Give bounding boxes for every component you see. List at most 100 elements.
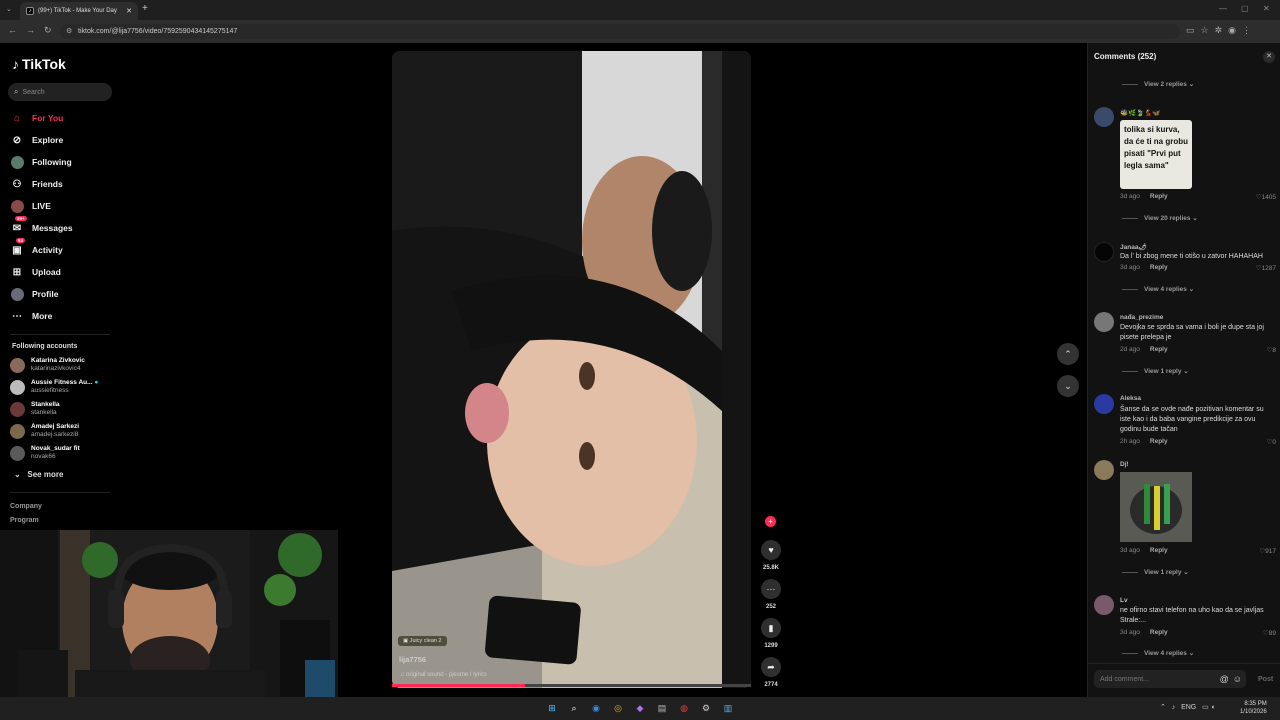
browser-tab-bar: ⌄ ♪ (99+) TikTok - Make Your Day ✕ + — ▢… [0, 0, 1280, 20]
nav-activity[interactable]: ▣ 53 Activity [10, 238, 63, 258]
maximize-icon[interactable]: ▢ [1241, 4, 1249, 13]
chrome-icon[interactable]: ◎ [611, 701, 625, 715]
network-icon[interactable]: ▭ [1202, 704, 1209, 711]
new-tab-icon[interactable]: + [142, 3, 148, 14]
effect-chip[interactable]: ▣ Juicy clean 2 [398, 636, 447, 646]
nav-friends[interactable]: ⚇ Friends [10, 176, 63, 192]
nav-profile[interactable]: Profile [10, 286, 58, 302]
like-button[interactable]: ♥ 25.8K [760, 540, 782, 571]
video-progress-bar[interactable] [392, 684, 751, 687]
video-player[interactable] [392, 51, 751, 688]
start-icon[interactable]: ⊞ [545, 701, 559, 715]
following-account[interactable]: Novak_sudar fit novak66 [10, 445, 80, 461]
avatar[interactable] [1094, 312, 1114, 332]
avatar[interactable] [1094, 460, 1114, 480]
browser-tab[interactable]: ♪ (99+) TikTok - Make Your Day ✕ [20, 2, 138, 20]
obs-icon[interactable]: ◍ [677, 701, 691, 715]
view-replies-button[interactable]: View 20 replies ⌄ [1122, 214, 1198, 222]
follow-plus-icon[interactable]: + [765, 516, 776, 527]
reply-button[interactable]: Reply [1150, 547, 1168, 554]
settings-gear-icon[interactable]: ⚙ [699, 701, 713, 715]
avatar[interactable] [1094, 107, 1114, 127]
close-tab-icon[interactable]: ✕ [126, 7, 132, 15]
language-indicator[interactable]: ENG [1181, 704, 1196, 711]
emoji-icon[interactable]: ☺ [1233, 674, 1242, 684]
video-sound[interactable]: ♫ original sound - pjesme / lyrics [400, 672, 487, 678]
reply-button[interactable]: Reply [1150, 193, 1168, 200]
view-replies-button[interactable]: View 1 reply ⌄ [1122, 568, 1189, 576]
following-account[interactable]: Katarina Zivkovic katarinazivkovic4 [10, 357, 85, 373]
footer-link-company[interactable]: Company [10, 503, 42, 510]
reply-button[interactable]: Reply [1150, 438, 1168, 445]
minimize-icon[interactable]: — [1219, 4, 1227, 13]
mention-icon[interactable]: @ [1220, 674, 1229, 684]
tiktok-logo[interactable]: ♪ TikTok [12, 56, 66, 72]
reply-button[interactable]: Reply [1150, 629, 1168, 636]
view-replies-button[interactable]: View 1 reply ⌄ [1122, 367, 1189, 375]
tray-chevron-up-icon[interactable]: ⌃ [1160, 704, 1166, 711]
view-replies-button[interactable]: View 4 replies ⌄ [1122, 649, 1194, 657]
comment-username[interactable]: Janaa🌶 [1120, 243, 1147, 251]
tab-search-icon[interactable]: ⌄ [6, 5, 12, 13]
nav-for-you[interactable]: ⌂ For You [10, 110, 63, 126]
reload-icon[interactable]: ↻ [44, 25, 61, 35]
comment-username[interactable]: Lv [1120, 597, 1128, 604]
taskbar-clock[interactable]: 8:35 PM 1/10/2026 [1240, 700, 1267, 716]
comment-like[interactable]: ♡0 [1267, 438, 1276, 446]
footer-link-program[interactable]: Program [10, 517, 39, 524]
nav-upload[interactable]: ⊞ Upload [10, 264, 61, 280]
nav-following[interactable]: Following [10, 154, 72, 170]
nav-live[interactable]: LIVE [10, 198, 51, 214]
following-account[interactable]: Amadej Sarkezi amadej.sarkezi8 [10, 423, 79, 439]
avatar[interactable] [1094, 242, 1114, 262]
comment-button[interactable]: ⋯ 252 [760, 579, 782, 610]
see-more-button[interactable]: ⌄ See more [14, 470, 63, 479]
comment-like[interactable]: ♡8 [1267, 346, 1276, 354]
url-field[interactable]: ⚙ tiktok.com/@lija7756/video/75925904341… [60, 24, 1180, 39]
following-account[interactable]: Stankella stankella [10, 401, 60, 417]
view-replies-button[interactable]: View 2 replies ⌄ [1122, 80, 1194, 88]
comment-like[interactable]: ♡1287 [1256, 264, 1276, 272]
app-icon[interactable]: ◆ [633, 701, 647, 715]
avatar[interactable] [1094, 394, 1114, 414]
avatar[interactable] [1094, 595, 1114, 615]
site-info-icon[interactable]: ⚙ [66, 27, 72, 35]
next-video-button[interactable]: ⌄ [1057, 375, 1079, 397]
previous-video-button[interactable]: ⌃ [1057, 343, 1079, 365]
extensions-icon[interactable]: ✲ [1215, 25, 1229, 35]
view-replies-button[interactable]: View 4 replies ⌄ [1122, 285, 1194, 293]
nav-more[interactable]: ⋯ More [10, 308, 52, 324]
add-comment-input[interactable]: Add comment... @ ☺ [1094, 670, 1246, 688]
close-window-icon[interactable]: ✕ [1263, 4, 1270, 13]
search-input[interactable]: ⌕ Search [8, 83, 112, 101]
comment-username[interactable]: nađa_prezime [1120, 314, 1163, 321]
install-icon[interactable]: ▭ [1186, 25, 1201, 35]
reply-button[interactable]: Reply [1150, 264, 1168, 271]
close-comments-icon[interactable]: ✕ [1263, 51, 1275, 63]
menu-kebab-icon[interactable]: ⋮ [1242, 25, 1257, 35]
taskbar-search-icon[interactable]: ⌕ [567, 701, 581, 715]
comment-like[interactable]: ♡917 [1259, 547, 1276, 555]
comment-username[interactable]: 🐝🌿🍃💃🦋 [1120, 109, 1160, 117]
file-explorer-icon[interactable]: ▤ [655, 701, 669, 715]
reply-button[interactable]: Reply [1150, 346, 1168, 353]
forward-icon[interactable]: → [26, 25, 44, 35]
comment-like[interactable]: ♡89 [1263, 629, 1276, 637]
save-button[interactable]: ▮ 1299 [760, 618, 782, 649]
edge-icon[interactable]: ◉ [589, 701, 603, 715]
share-button[interactable]: ➦ 2774 [760, 657, 782, 688]
bookmark-star-icon[interactable]: ☆ [1201, 25, 1215, 35]
comment-like[interactable]: ♡1405 [1256, 193, 1276, 201]
nav-messages[interactable]: ✉ 99+ Messages [10, 216, 73, 236]
microphone-icon[interactable]: ♪ [1172, 704, 1176, 711]
back-icon[interactable]: ← [8, 25, 26, 35]
following-account[interactable]: Aussie Fitness Au... ● aussiefitness [10, 379, 98, 395]
comment-username[interactable]: Aleksa [1120, 395, 1141, 402]
post-button[interactable]: Post [1258, 676, 1273, 683]
comment-username[interactable]: Dj! [1120, 461, 1129, 468]
notepad-icon[interactable]: ▥ [721, 701, 735, 715]
video-author[interactable]: lija7756 [399, 655, 426, 664]
profile-icon[interactable]: ◉ [1228, 25, 1242, 35]
nav-explore[interactable]: ⊘ Explore [10, 132, 63, 148]
volume-icon[interactable]: ◖ [1211, 704, 1215, 711]
